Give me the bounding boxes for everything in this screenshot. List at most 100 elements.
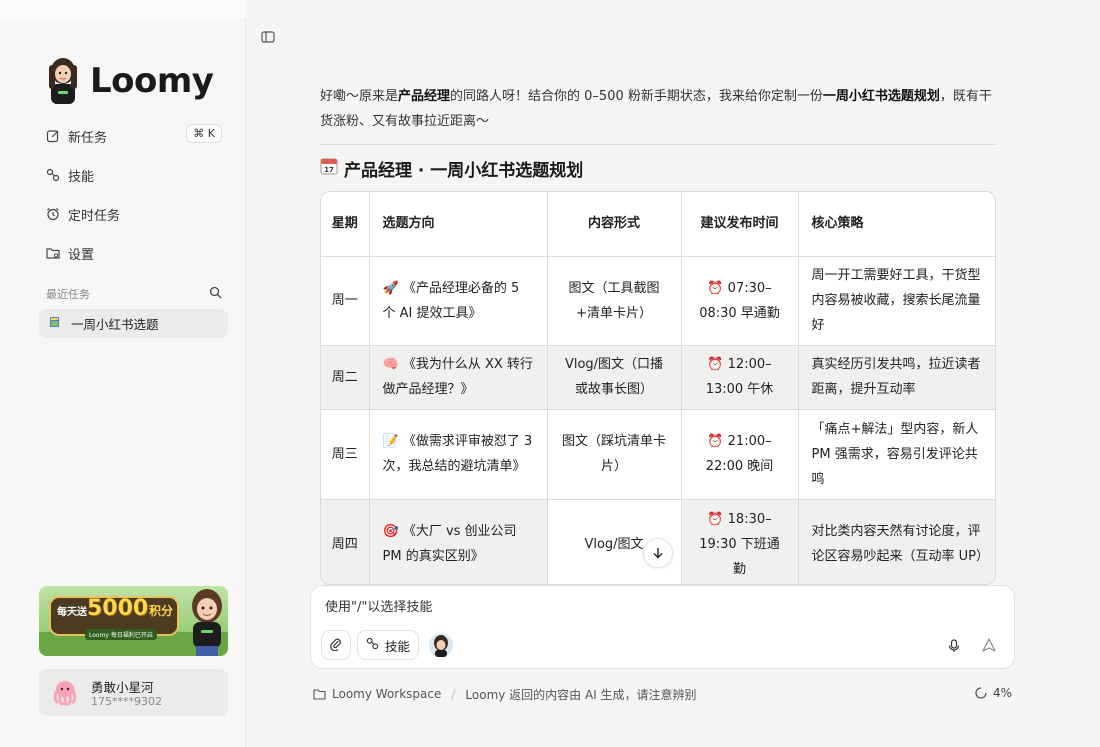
notebook-icon — [49, 316, 61, 331]
nav-settings[interactable]: 设置 — [46, 242, 224, 264]
nav-scheduled-tasks[interactable]: 定时任务 — [46, 203, 224, 225]
ai-disclaimer: Loomy 返回的内容由 AI 生成，请注意辨别 — [465, 687, 697, 702]
folder-icon — [313, 688, 326, 700]
paperclip-icon — [329, 637, 343, 654]
user-phone: 175****9302 — [91, 695, 162, 708]
table-row: 周三 📝 《做需求评审被怼了 3 次，我总结的避坑清单》 图文（踩坑清单卡片） … — [321, 409, 995, 500]
alarm-clock-icon — [46, 207, 60, 221]
svg-text:17: 17 — [324, 166, 334, 174]
footer-separator: / — [451, 687, 456, 701]
row-topic-text: 《产品经理必备的 5 个 AI 提效工具》 — [382, 280, 520, 321]
nav-settings-label: 设置 — [68, 247, 95, 263]
row-topic-text: 《大厂 vs 创业公司 PM 的真实区别》 — [382, 524, 517, 564]
nav-skills[interactable]: 技能 — [46, 164, 224, 186]
row-format: 图文（工具截图+清单卡片） — [547, 256, 682, 346]
footer-bar: Loomy Workspace / Loomy 返回的内容由 AI 生成，请注意… — [313, 686, 1013, 702]
workspace-label[interactable]: Loomy Workspace — [332, 687, 441, 701]
message-input[interactable] — [325, 600, 925, 615]
row-topic: 🎯 《大厂 vs 创业公司 PM 的真实区别》 — [369, 499, 548, 584]
arrow-down-icon — [652, 544, 664, 563]
promo-subtitle: Loomy 每日福利已开启 — [85, 629, 157, 640]
brand-avatar-icon — [49, 58, 77, 104]
promo-banner[interactable]: 每天送 5000 积分 Loomy 每日福利已开启 — [39, 586, 228, 656]
row-strategy: 真实经历引发共鸣，拉近读者距离，提升互动率 — [798, 345, 995, 410]
promo-character-icon — [192, 589, 222, 656]
user-card[interactable]: 勇敢小星河 175****9302 — [39, 669, 228, 716]
row-topic-text: 《做需求评审被怼了 3 次，我总结的避坑清单》 — [382, 434, 533, 474]
nav-skills-label: 技能 — [68, 169, 95, 185]
row-time: ⏰ 07:30–08:30 早通勤 — [681, 256, 799, 346]
main-top-divider — [247, 18, 1100, 19]
sidebar-top-shade — [0, 0, 246, 18]
section-title-text: 产品经理 · 一周小红书选题规划 — [344, 160, 584, 181]
row-strategy: 对比类内容天然有讨论度，评论区容易吵起来（互动率 UP） — [798, 499, 995, 584]
intro-part-1: 好嘞～原来是 — [320, 89, 399, 104]
main-area: 好嘞～原来是产品经理的同路人呀！结合你的 0–500 粉新手期状态，我来给你定制… — [247, 0, 1100, 747]
brain-icon: 🧠 — [382, 357, 399, 372]
recent-task-label: 一周小红书选题 — [71, 317, 159, 332]
assistant-intro-text: 好嘞～原来是产品经理的同路人呀！结合你的 0–500 粉新手期状态，我来给你定制… — [320, 84, 1000, 134]
intro-part-2: 产品经理 — [398, 89, 451, 104]
row-topic: 🧠 《我为什么从 XX 转行做产品经理？》 — [369, 345, 548, 410]
octopus-avatar-icon — [53, 681, 77, 706]
user-name: 勇敢小星河 — [91, 680, 154, 695]
recent-tasks-title: 最近任务 — [46, 288, 90, 301]
promo-prefix: 每天送 — [57, 607, 87, 618]
row-format: Vlog/图文（口播或故事长图） — [547, 345, 682, 410]
spinner-icon — [975, 687, 987, 699]
rocket-icon: 🚀 — [382, 280, 399, 296]
header-format: 内容形式 — [547, 192, 682, 257]
sidebar-toggle-icon[interactable] — [261, 29, 275, 43]
section-title: 17 产品经理 · 一周小红书选题规划 — [320, 155, 583, 181]
promo-unit: 积分 — [149, 604, 174, 618]
nav-scheduled-tasks-label: 定时任务 — [68, 208, 121, 224]
header-strategy: 核心策略 — [798, 192, 995, 257]
schedule-table: 星期 选题方向 内容形式 建议发布时间 核心策略 周一 🚀 《产品经理必备的 5… — [320, 191, 996, 585]
message-composer: 技能 — [310, 585, 1015, 669]
skill-button[interactable]: 技能 — [357, 630, 419, 660]
edit-icon — [46, 129, 60, 143]
brand-logo[interactable]: Loomy — [44, 56, 214, 106]
header-topic: 选题方向 — [369, 192, 548, 257]
row-format: 图文（踩坑清单卡片） — [547, 409, 682, 500]
nav-new-task-label: 新任务 — [68, 130, 108, 146]
microphone-icon[interactable] — [948, 638, 960, 657]
folder-gear-icon — [46, 246, 60, 260]
nav-new-task[interactable]: 新任务 ⌘ K — [46, 124, 224, 147]
skill-button-label: 技能 — [384, 638, 410, 654]
row-day: 周二 — [321, 345, 370, 410]
header-time: 建议发布时间 — [681, 192, 799, 257]
brand-name: Loomy — [90, 61, 214, 101]
new-task-shortcut: ⌘ K — [186, 124, 222, 143]
search-icon[interactable] — [209, 286, 222, 302]
progress-value: 4% — [992, 686, 1012, 700]
row-time: ⏰ 12:00–13:00 午休 — [681, 345, 799, 410]
agent-avatar-icon[interactable] — [429, 633, 453, 661]
skill-icon — [366, 637, 379, 653]
row-day: 周三 — [321, 409, 370, 500]
row-time: ⏰ 18:30–19:30 下班通勤 — [681, 499, 799, 584]
memo-icon: 📝 — [382, 434, 399, 449]
scroll-to-bottom-button[interactable] — [643, 538, 673, 568]
progress-indicator: 4% — [975, 686, 1012, 700]
table-row: 周二 🧠 《我为什么从 XX 转行做产品经理？》 Vlog/图文（口播或故事长图… — [321, 345, 995, 410]
intro-part-3: 的同路人呀！结合你的 0–500 粉新手期状态，我来给你定制一份 — [450, 89, 823, 104]
attach-button[interactable] — [321, 630, 351, 660]
table-header-row: 星期 选题方向 内容形式 建议发布时间 核心策略 — [321, 192, 995, 257]
promo-amount: 5000 — [87, 596, 149, 621]
target-icon: 🎯 — [382, 524, 399, 539]
row-topic: 🚀 《产品经理必备的 5 个 AI 提效工具》 — [369, 256, 548, 346]
recent-tasks-header: 最近任务 — [46, 286, 222, 302]
row-strategy: 周一开工需要好工具，干货型内容易被收藏，搜索长尾流量好 — [798, 256, 995, 346]
recent-task-item[interactable]: 一周小红书选题 — [39, 309, 228, 338]
table-row: 周一 🚀 《产品经理必备的 5 个 AI 提效工具》 图文（工具截图+清单卡片）… — [321, 256, 995, 346]
skill-icon — [46, 168, 60, 182]
row-strategy: 「痛点+解法」型内容，新人 PM 强需求，容易引发评论共鸣 — [798, 409, 995, 500]
content-divider — [320, 144, 996, 145]
sidebar: Loomy 新任务 ⌘ K 技能 定时任务 设置 最近任务 一周小红书选题 每天… — [0, 0, 246, 747]
row-day: 周一 — [321, 256, 370, 346]
row-topic: 📝 《做需求评审被怼了 3 次，我总结的避坑清单》 — [369, 409, 548, 500]
send-icon[interactable] — [982, 637, 996, 656]
row-day: 周四 — [321, 499, 370, 584]
calendar-icon: 17 — [320, 157, 338, 180]
